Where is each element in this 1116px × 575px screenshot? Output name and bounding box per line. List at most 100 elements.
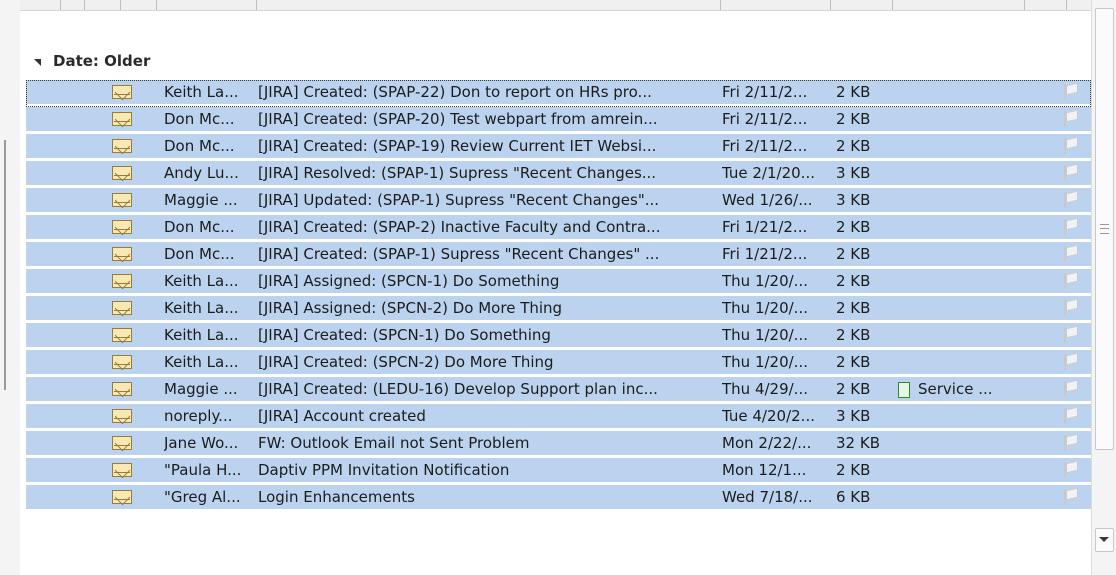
message-from: Keith La...: [164, 299, 239, 317]
scroll-down-button[interactable]: [1095, 528, 1114, 552]
message-category[interactable]: [892, 269, 1042, 293]
column-divider[interactable]: [720, 0, 721, 10]
message-row[interactable]: Don Mc... [JIRA] Created: (SPAP-19) Revie…: [26, 134, 1091, 161]
message-category[interactable]: [892, 296, 1042, 320]
message-subject: [JIRA] Updated: (SPAP-1) Supress "Recent…: [258, 191, 660, 209]
message-received: Fri 2/11/2...: [722, 110, 808, 128]
flag-icon[interactable]: [1060, 164, 1078, 182]
message-row[interactable]: "Greg Al... Login Enhancements Wed 7/18/..…: [26, 485, 1091, 512]
message-row[interactable]: Keith La... [JIRA] Created: (SPCN-1) Do S…: [26, 323, 1091, 350]
flag-cell[interactable]: [1060, 404, 1084, 428]
message-received: Fri 2/11/2...: [722, 83, 808, 101]
column-divider[interactable]: [1066, 0, 1067, 10]
message-row[interactable]: Keith La... [JIRA] Assigned: (SPCN-1) Do …: [26, 269, 1091, 296]
message-subject: [JIRA] Created: (LEDU-16) Develop Suppor…: [258, 380, 658, 398]
flag-cell[interactable]: [1060, 323, 1084, 347]
category-color-box: [898, 381, 910, 398]
flag-cell[interactable]: [1060, 80, 1084, 104]
message-from: Don Mc...: [164, 110, 235, 128]
flag-icon[interactable]: [1060, 326, 1078, 344]
flag-cell[interactable]: [1060, 134, 1084, 158]
message-subject: [JIRA] Created: (SPAP-19) Review Current…: [258, 137, 657, 155]
flag-icon[interactable]: [1060, 434, 1078, 452]
column-divider[interactable]: [120, 0, 121, 10]
column-divider[interactable]: [156, 0, 157, 10]
flag-icon[interactable]: [1060, 191, 1078, 209]
message-row[interactable]: Keith La... [JIRA] Created: (SPCN-2) Do M…: [26, 350, 1091, 377]
message-subject: [JIRA] Created: (SPAP-22) Don to report …: [258, 83, 652, 101]
message-category[interactable]: Service ...: [892, 377, 1042, 401]
flag-cell[interactable]: [1060, 458, 1084, 482]
message-row[interactable]: Keith La... [JIRA] Created: (SPAP-22) Don…: [26, 80, 1091, 107]
message-category[interactable]: [892, 323, 1042, 347]
flag-icon[interactable]: [1060, 461, 1078, 479]
flag-icon[interactable]: [1060, 137, 1078, 155]
flag-cell[interactable]: [1060, 296, 1084, 320]
message-category[interactable]: [892, 161, 1042, 185]
envelope-icon: [112, 247, 132, 261]
flag-cell[interactable]: [1060, 161, 1084, 185]
message-row[interactable]: Don Mc... [JIRA] Created: (SPAP-20) Test …: [26, 107, 1091, 134]
column-divider[interactable]: [830, 0, 831, 10]
flag-cell[interactable]: [1060, 485, 1084, 509]
flag-cell[interactable]: [1060, 215, 1084, 239]
message-row[interactable]: Don Mc... [JIRA] Created: (SPAP-2) Inacti…: [26, 215, 1091, 242]
flag-icon[interactable]: [1060, 380, 1078, 398]
message-category[interactable]: [892, 242, 1042, 266]
flag-icon[interactable]: [1060, 218, 1078, 236]
message-row[interactable]: Maggie ... [JIRA] Created: (LEDU-16) Deve…: [26, 377, 1091, 404]
message-received: Fri 1/21/2...: [722, 245, 808, 263]
envelope-icon: [112, 355, 132, 369]
flag-cell[interactable]: [1060, 431, 1084, 455]
flag-icon[interactable]: [1060, 272, 1078, 290]
message-row[interactable]: Keith La... [JIRA] Assigned: (SPCN-2) Do …: [26, 296, 1091, 323]
message-category[interactable]: [892, 404, 1042, 428]
flag-cell[interactable]: [1060, 269, 1084, 293]
message-category[interactable]: [892, 134, 1042, 158]
column-divider[interactable]: [60, 0, 61, 10]
flag-cell[interactable]: [1060, 242, 1084, 266]
message-row[interactable]: Don Mc... [JIRA] Created: (SPAP-1) Supres…: [26, 242, 1091, 269]
column-divider[interactable]: [1024, 0, 1025, 10]
flag-icon[interactable]: [1060, 83, 1078, 101]
message-category[interactable]: [892, 107, 1042, 131]
message-row[interactable]: Maggie ... [JIRA] Updated: (SPAP-1) Supre…: [26, 188, 1091, 215]
message-icon-cell: [112, 458, 134, 482]
message-category[interactable]: [892, 431, 1042, 455]
message-row[interactable]: noreply... [JIRA] Account created Tue 4/20…: [26, 404, 1091, 431]
column-divider[interactable]: [256, 0, 257, 10]
flag-cell[interactable]: [1060, 377, 1084, 401]
group-header-older[interactable]: Date: Older: [34, 50, 150, 72]
message-category[interactable]: [892, 215, 1042, 239]
message-subject: [JIRA] Created: (SPAP-2) Inactive Facult…: [258, 218, 661, 236]
flag-icon[interactable]: [1060, 299, 1078, 317]
message-category[interactable]: [892, 485, 1042, 509]
flag-icon[interactable]: [1060, 245, 1078, 263]
message-category[interactable]: [892, 188, 1042, 212]
message-size: 32 KB: [836, 434, 880, 452]
column-divider[interactable]: [892, 0, 893, 10]
flag-cell[interactable]: [1060, 107, 1084, 131]
flag-cell[interactable]: [1060, 350, 1084, 374]
message-category[interactable]: [892, 80, 1042, 104]
flag-icon[interactable]: [1060, 110, 1078, 128]
flag-icon[interactable]: [1060, 407, 1078, 425]
message-category[interactable]: [892, 458, 1042, 482]
message-subject: [JIRA] Created: (SPCN-1) Do Something: [258, 326, 551, 344]
message-row[interactable]: "Paula H... Daptiv PPM Invitation Notific…: [26, 458, 1091, 485]
message-row[interactable]: Jane Wo... FW: Outlook Email not Sent Pro…: [26, 431, 1091, 458]
message-icon-cell: [112, 161, 134, 185]
message-category[interactable]: [892, 350, 1042, 374]
collapse-arrow-icon[interactable]: [34, 59, 41, 66]
vertical-scrollbar[interactable]: [1091, 0, 1116, 575]
message-size: 2 KB: [836, 380, 871, 398]
scrollbar-thumb[interactable]: [1095, 8, 1114, 450]
message-received: Fri 2/11/2...: [722, 137, 808, 155]
message-row[interactable]: Andy Lu... [JIRA] Resolved: (SPAP-1) Supr…: [26, 161, 1091, 188]
flag-cell[interactable]: [1060, 188, 1084, 212]
flag-icon[interactable]: [1060, 353, 1078, 371]
category-label: Service ...: [918, 380, 993, 398]
column-divider[interactable]: [84, 0, 85, 10]
message-size: 3 KB: [836, 164, 871, 182]
flag-icon[interactable]: [1060, 488, 1078, 506]
